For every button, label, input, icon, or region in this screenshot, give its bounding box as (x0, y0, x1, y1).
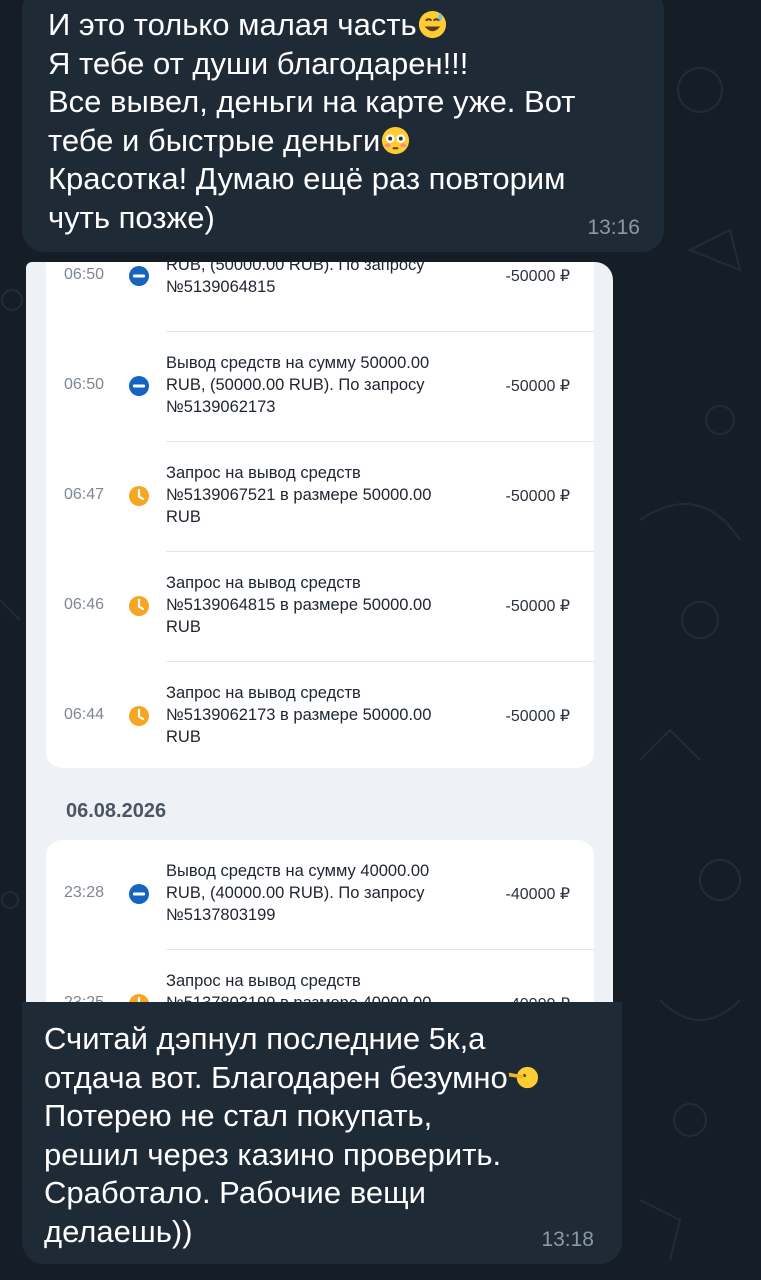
minus-circle-icon (129, 376, 149, 396)
transaction-description: Вывод средств на сумму 40000.00 RUB, (40… (166, 862, 430, 924)
message-time: 13:16 (587, 216, 640, 239)
transaction-time: 06:50 (64, 266, 105, 283)
transaction-row[interactable]: 06:44 Запрос на вывод средств №5139062173… (46, 662, 594, 768)
message-line: И это только малая часть (48, 7, 417, 42)
message-time: 13:18 (541, 1228, 594, 1251)
transaction-description: Вывод средств на сумму 50000.00 RUB, (50… (166, 354, 430, 416)
flushed-emoji-icon (382, 126, 410, 154)
transaction-time: 06:47 (64, 486, 105, 503)
saluting-emoji-icon (508, 1066, 538, 1088)
message-line: решил через казино проверить. (44, 1136, 502, 1172)
transaction-amount: -50000 ₽ (505, 488, 570, 505)
transaction-time: 06:44 (64, 706, 105, 723)
clock-icon (129, 994, 149, 1002)
message-line: Сработало. Рабочие вещи (44, 1175, 426, 1210)
transaction-card: 06:50 RUB, (50000.00 RUB). По запросу №51… (46, 262, 594, 768)
transaction-amount: -40000 ₽ (505, 886, 570, 903)
message-line: чуть позже) (48, 199, 215, 235)
message-line: Красотка! Думаю ещё раз повторим (48, 161, 566, 196)
transaction-row[interactable]: 06:50 Вывод средств на сумму 50000.00 RUB… (46, 332, 594, 442)
transaction-card: 23:28 Вывод средств на сумму 40000.00 RUB… (46, 840, 594, 1002)
transaction-screenshot[interactable]: 06:50 RUB, (50000.00 RUB). По запросу №51… (26, 262, 613, 1002)
message-line: Я тебе от души благодарен!!! (48, 45, 469, 81)
transaction-description: Запрос на вывод средств №5139067521 в ра… (166, 464, 432, 526)
transaction-description: Запрос на вывод средств №5139064815 в ра… (166, 574, 432, 636)
message-bubble-last[interactable]: Считай дэпнул последние 5к,а отдача вот. … (22, 1002, 622, 1264)
transaction-time: 23:25 (64, 994, 104, 1002)
transaction-time: 06:46 (64, 596, 105, 613)
minus-circle-icon (129, 884, 149, 904)
transaction-amount: -50000 ₽ (505, 598, 570, 615)
transaction-description: RUB, (50000.00 RUB). По запросу №5139064… (166, 262, 425, 296)
clock-icon (129, 486, 149, 506)
transaction-amount: -50000 ₽ (505, 268, 570, 285)
sweat-smile-emoji-icon (418, 10, 446, 39)
transaction-time: 06:50 (64, 376, 105, 393)
transaction-row[interactable]: 23:25 Запрос на вывод средств №5137803199… (46, 950, 594, 1002)
transaction-amount: -40000 ₽ (506, 994, 570, 1002)
transaction-amount: -50000 ₽ (505, 708, 570, 725)
minus-circle-icon (129, 266, 149, 286)
transaction-row[interactable]: 06:46 Запрос на вывод средств №5139064815… (46, 552, 594, 662)
clock-icon (129, 596, 149, 616)
message-text: И это только малая часть Я тебе от души б… (48, 6, 664, 237)
transaction-description: Запрос на вывод средств №5137803199 в ра… (166, 972, 431, 1002)
transaction-amount: -50000 ₽ (505, 378, 570, 395)
message-line: Потерею не стал покупать, (44, 1098, 433, 1133)
message-bubble-first[interactable]: И это только малая часть Я тебе от души б… (22, 0, 664, 252)
message-text: Считай дэпнул последние 5к,а отдача вот. … (44, 1020, 622, 1251)
date-label: 06.08.2026 (66, 800, 167, 822)
message-line: делаешь)) (44, 1213, 193, 1249)
transaction-time: 23:28 (64, 884, 105, 901)
transaction-row[interactable]: 06:47 Запрос на вывод средств №5139067521… (46, 442, 594, 552)
message-line: Все вывел, деньги на карте уже. Вот (48, 84, 576, 119)
message-line: отдача вот. Благодарен безумно (44, 1059, 508, 1095)
transaction-row[interactable]: 06:50 RUB, (50000.00 RUB). По запросу №51… (46, 262, 594, 332)
transaction-description: Запрос на вывод средств №5139062173 в ра… (166, 684, 432, 746)
message-line: тебе и быстрые деньги (48, 122, 381, 158)
transaction-row[interactable]: 23:28 Вывод средств на сумму 40000.00 RUB… (46, 840, 594, 950)
message-line: Считай дэпнул последние 5к,а (44, 1021, 486, 1056)
clock-icon (129, 706, 149, 726)
